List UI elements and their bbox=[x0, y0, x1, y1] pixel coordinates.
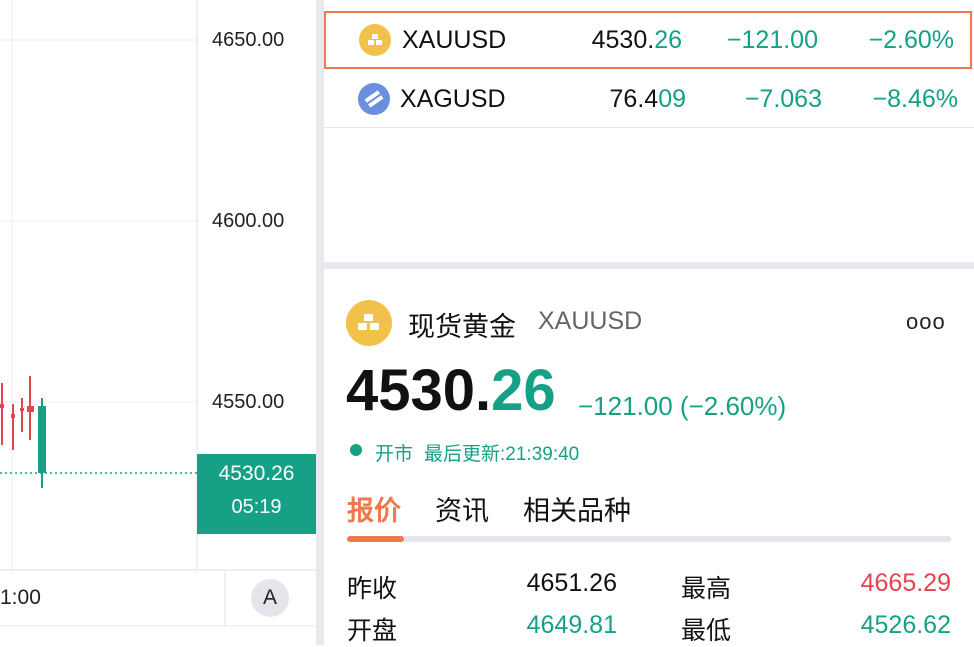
last-price: 4530.26 bbox=[592, 26, 682, 55]
quote-value-open: 4649.81 bbox=[526, 611, 617, 639]
last-price-main: 4530. bbox=[591, 26, 655, 54]
price-level-label: 4650.00 bbox=[212, 29, 285, 51]
quote-label-prev-close: 昨收 bbox=[347, 575, 398, 603]
percent-change: −2.60% bbox=[868, 26, 955, 54]
market-open-dot-icon bbox=[350, 444, 362, 456]
watchlist: XAUUSD 4530.26 −121.00 −2.60% XAGUSD 76.… bbox=[324, 0, 974, 262]
active-tab-indicator bbox=[347, 536, 404, 542]
quote-label-high: 最高 bbox=[681, 575, 732, 603]
candle-body bbox=[20, 408, 24, 411]
price-fraction: 26 bbox=[491, 358, 556, 423]
tab-track bbox=[347, 536, 951, 542]
candle-body bbox=[0, 404, 4, 408]
candlestick-chart[interactable]: 4650.00 4600.00 4550.00 4530.26 05:19 1:… bbox=[0, 0, 316, 645]
more-options-button[interactable]: ooo bbox=[906, 309, 946, 335]
instrument-symbol: XAUUSD bbox=[538, 307, 643, 335]
current-price-value: 4530.26 bbox=[218, 462, 295, 485]
gold-bars-icon bbox=[359, 24, 391, 56]
percent-change: −8.46% bbox=[872, 85, 959, 113]
last-price-fraction: 09 bbox=[658, 85, 686, 113]
tab-news[interactable]: 资讯 bbox=[435, 489, 489, 528]
quote-value-high: 4665.29 bbox=[860, 569, 951, 597]
instrument-detail: 现货黄金 XAUUSD ooo 4530.26 −121.00 (−2.60%)… bbox=[324, 269, 974, 645]
last-price-main: 76.4 bbox=[609, 85, 659, 113]
gold-bars-icon bbox=[346, 300, 392, 346]
section-gap bbox=[324, 262, 974, 269]
quote-value-prev-close: 4651.26 bbox=[526, 569, 617, 597]
bar-countdown: 05:19 bbox=[231, 496, 282, 518]
current-price: 4530.26 bbox=[346, 357, 556, 424]
quote-label-low: 最低 bbox=[681, 617, 732, 645]
current-price-tag: 4530.26 05:19 bbox=[197, 454, 316, 534]
price-change: −7.063 bbox=[744, 85, 822, 113]
quote-value-low: 4526.62 bbox=[860, 611, 951, 639]
watchlist-row-xagusd[interactable]: XAGUSD 76.409 −7.063 −8.46% bbox=[324, 69, 974, 127]
candle-body bbox=[27, 406, 34, 412]
candle-body bbox=[38, 406, 46, 473]
time-axis-label: 1:00 bbox=[0, 586, 41, 609]
price-change: −121.00 bbox=[726, 26, 818, 54]
chart-canvas[interactable] bbox=[0, 0, 316, 645]
auto-scale-button[interactable]: A bbox=[251, 579, 289, 617]
tab-related[interactable]: 相关品种 bbox=[523, 489, 631, 528]
candle-body bbox=[11, 414, 15, 418]
silver-bars-icon bbox=[358, 83, 390, 115]
panel-divider[interactable] bbox=[316, 0, 324, 645]
last-price: 76.409 bbox=[610, 85, 686, 114]
tab-quote[interactable]: 报价 bbox=[347, 489, 401, 528]
price-level-label: 4550.00 bbox=[212, 391, 285, 413]
price-main: 4530. bbox=[346, 358, 492, 423]
price-change-summary: −121.00 (−2.60%) bbox=[578, 391, 787, 421]
price-level-label: 4600.00 bbox=[212, 210, 285, 232]
last-price-fraction: 26 bbox=[654, 26, 682, 54]
symbol-label: XAGUSD bbox=[400, 85, 506, 113]
quote-label-open: 开盘 bbox=[347, 617, 398, 645]
watchlist-row-xauusd[interactable]: XAUUSD 4530.26 −121.00 −2.60% bbox=[324, 11, 972, 69]
last-update-time: 最后更新:21:39:40 bbox=[424, 444, 580, 465]
symbol-label: XAUUSD bbox=[402, 26, 507, 54]
instrument-name: 现货黄金 bbox=[408, 312, 516, 342]
market-status: 开市 bbox=[375, 444, 414, 465]
row-separator bbox=[324, 127, 974, 128]
